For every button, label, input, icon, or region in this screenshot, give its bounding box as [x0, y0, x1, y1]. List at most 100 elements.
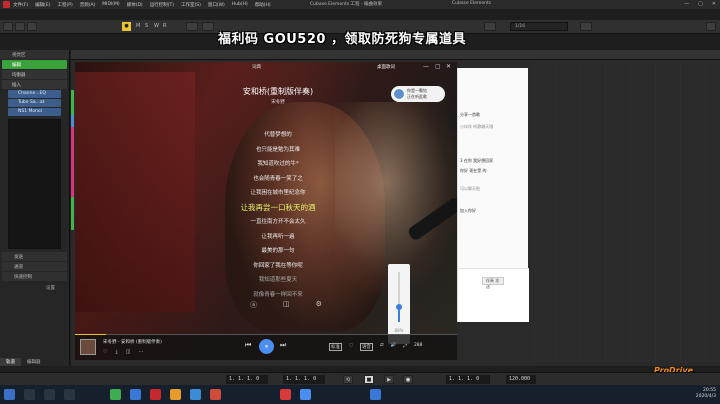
fullscreen-icon[interactable]: ⤢	[403, 343, 407, 351]
folder-icon[interactable]	[170, 389, 181, 400]
player-maximize-button[interactable]: ▢	[435, 63, 441, 70]
menu-item-5[interactable]: 媒体(D)	[127, 2, 143, 8]
volume-knob[interactable]	[396, 304, 402, 310]
lyric-line[interactable]: 你回家了我在等你呢	[203, 259, 353, 274]
left-locator[interactable]: 1. 1. 1. 0	[226, 375, 268, 384]
insert-slot-1[interactable]: Channe...EQ	[8, 90, 61, 98]
color-button[interactable]	[580, 22, 592, 31]
previous-button[interactable]: ⏮	[245, 341, 251, 350]
like-icon[interactable]: ♡	[103, 349, 107, 355]
mixer-toggle-button[interactable]	[27, 22, 37, 31]
menu-item-8[interactable]: 窗口(W)	[208, 2, 225, 8]
event-display[interactable]	[531, 62, 720, 362]
player-close-button[interactable]: ✕	[446, 63, 451, 70]
cubase-taskbar-icon[interactable]	[150, 389, 161, 400]
menu-item-2[interactable]: 工程(P)	[57, 2, 72, 8]
lyric-line[interactable]: 也只能是勉为其难	[203, 143, 353, 158]
explorer-icon[interactable]	[64, 389, 75, 400]
inspector-settings-label[interactable]: 设置	[0, 282, 69, 291]
play-pause-button[interactable]: ⏸	[259, 339, 274, 354]
translate-icon[interactable]: ⓐ	[250, 300, 257, 310]
tool-range-button[interactable]	[202, 22, 214, 31]
library-toggle-button[interactable]	[15, 22, 25, 31]
album-cover[interactable]	[80, 339, 96, 355]
tool-pointer-button[interactable]	[186, 22, 198, 31]
lyric-line[interactable]: 也会随青春一笑了之	[203, 172, 353, 187]
listener-bubble[interactable]: 你是一颗钻 正在听此歌	[391, 86, 445, 102]
read-button[interactable]: R	[163, 23, 166, 29]
inspector-section-quick-controls[interactable]: 快速控制	[2, 272, 67, 281]
layout-button[interactable]	[706, 22, 716, 31]
quantize-select[interactable]: 1/16	[510, 22, 568, 31]
lyric-line[interactable]: 让我困在城市里纪念你	[203, 186, 353, 201]
menu-item-0[interactable]: 文件(F)	[13, 2, 28, 8]
qq-icon[interactable]	[130, 389, 141, 400]
player-minimize-button[interactable]: —	[423, 63, 429, 70]
insert-slot-2[interactable]: Tube Sa...at	[8, 99, 61, 107]
mute-all-button[interactable]: M	[136, 23, 140, 29]
task-view-icon[interactable]	[44, 389, 55, 400]
minimize-button[interactable]: —	[684, 1, 689, 7]
right-locator[interactable]: 1. 1. 1. 0	[283, 375, 325, 384]
close-button[interactable]: ✕	[712, 1, 716, 7]
track-name-row[interactable]: 编辑	[2, 60, 67, 69]
playlist-count[interactable]: 288	[414, 343, 423, 351]
quality-button[interactable]: 标准	[329, 343, 342, 351]
more-icon[interactable]: ⋯	[138, 349, 143, 355]
menu-item-6[interactable]: 运行控制(T)	[150, 2, 174, 8]
wechat-icon[interactable]	[110, 389, 121, 400]
start-icon[interactable]	[4, 389, 15, 400]
lyric-line[interactable]: 我知道吹过的牛*	[203, 157, 353, 172]
playback-progress[interactable]	[75, 334, 457, 335]
effect-icon[interactable]: ◌	[349, 343, 353, 351]
system-clock[interactable]: 20:55 2020/4/3	[696, 388, 716, 400]
record-button[interactable]: ●	[403, 375, 413, 384]
stop-button[interactable]: ■	[364, 375, 374, 384]
snap-button[interactable]	[484, 22, 496, 31]
next-button[interactable]: ⏭	[280, 341, 286, 350]
lyric-line[interactable]: 一直往南方开不会太久	[203, 215, 353, 230]
app-icon-2[interactable]	[370, 389, 381, 400]
timeline-ruler[interactable]	[71, 50, 720, 60]
inspector-section-inserts[interactable]: 插入	[2, 80, 67, 89]
song-artist[interactable]: 宋冬野	[203, 99, 353, 105]
tab-editor[interactable]: 编辑器	[21, 358, 47, 366]
chat-input-area[interactable]: 伴奏 发送	[458, 268, 529, 322]
desktop-lyrics-toggle[interactable]: 桌面歌词	[377, 64, 395, 70]
primary-time-display[interactable]: 1. 1. 1. 0	[446, 375, 490, 384]
menu-item-1[interactable]: 编辑(E)	[35, 2, 50, 8]
menu-item-4[interactable]: MIDI(M)	[102, 2, 119, 8]
menu-item-10[interactable]: 帮助(H)	[255, 2, 271, 8]
browser-icon[interactable]	[190, 389, 201, 400]
lyric-copy-icon[interactable]: ◫	[283, 300, 290, 310]
inspector-section-sends[interactable]: 发送	[2, 252, 67, 261]
write-button[interactable]: W	[154, 23, 159, 29]
lyric-line[interactable]: 我知道那些夏天	[203, 273, 353, 288]
inspector-section-channel[interactable]: 通道	[2, 262, 67, 271]
inspector-section-eq[interactable]: 均衡器	[2, 70, 67, 79]
lyric-line[interactable]: 最美的那一句	[203, 244, 353, 259]
shuffle-icon[interactable]: ⇄	[380, 343, 384, 351]
lyric-line-active[interactable]: 让我再尝一口秋天的酒	[203, 201, 353, 216]
app-icon[interactable]	[210, 389, 221, 400]
maximize-button[interactable]: ▢	[698, 1, 703, 7]
constrain-delay-button[interactable]: ●	[122, 22, 131, 31]
comment-icon[interactable]: ◫	[126, 349, 131, 355]
tab-track[interactable]: 轨道	[0, 358, 21, 366]
tab-lyrics[interactable]: 词典	[252, 64, 261, 70]
solo-all-button[interactable]: S	[145, 23, 148, 29]
send-button[interactable]: 伴奏 发送	[482, 277, 504, 289]
play-button[interactable]: ▶	[384, 375, 394, 384]
cycle-button[interactable]: ⟲	[343, 375, 353, 384]
search-icon[interactable]	[24, 389, 35, 400]
menu-item-7[interactable]: 工作室(S)	[181, 2, 201, 8]
kugou-icon[interactable]	[300, 389, 311, 400]
insert-slot-3[interactable]: NS1 Monoi	[8, 108, 61, 116]
volume-icon[interactable]: 🔊	[391, 343, 397, 351]
now-playing-text[interactable]: 宋冬野 - 安和桥 (重制版伴奏)	[103, 339, 162, 345]
lyric-line[interactable]: 让我再听一遍	[203, 230, 353, 245]
inspector-toggle-button[interactable]	[3, 22, 13, 31]
voice-button[interactable]: 语音	[359, 343, 373, 351]
download-icon[interactable]: ⤓	[115, 349, 117, 355]
menu-item-9[interactable]: Hub(H)	[232, 2, 248, 8]
